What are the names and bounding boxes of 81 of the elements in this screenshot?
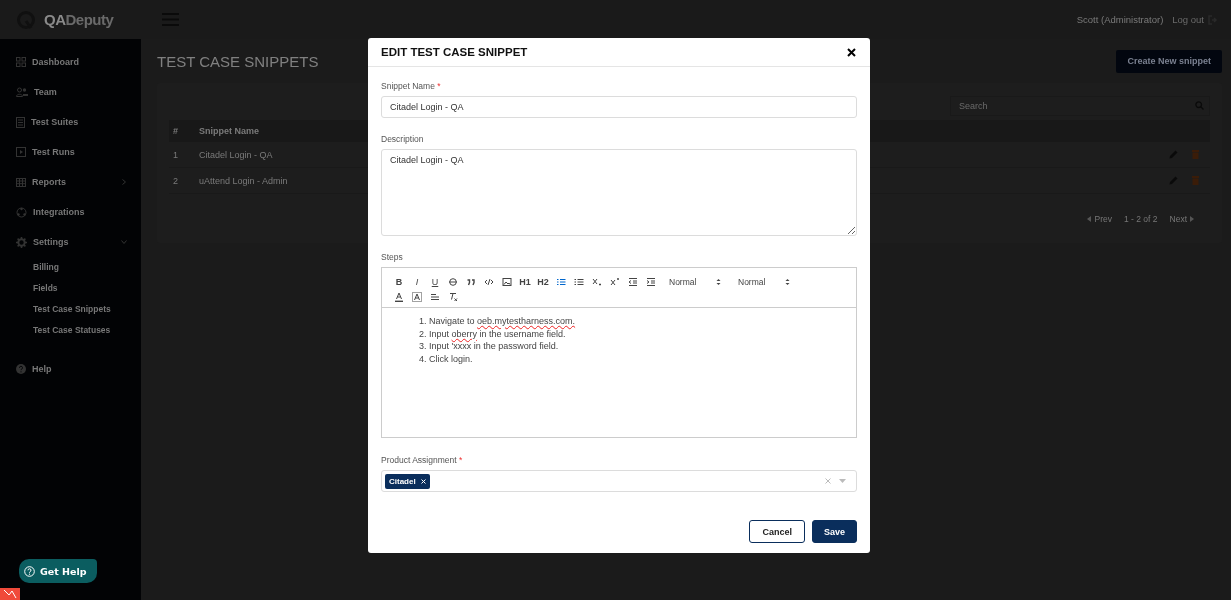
table-icon bbox=[16, 177, 26, 187]
product-tag: Citadel bbox=[385, 473, 430, 489]
clear-format-icon bbox=[448, 291, 458, 302]
sidebar-item[interactable]: Integrations bbox=[0, 197, 141, 227]
code-icon bbox=[484, 276, 494, 287]
play-icon bbox=[16, 147, 26, 157]
step-text: 3. Input 'xxxx in the password field. bbox=[419, 340, 560, 353]
quote-icon bbox=[466, 276, 476, 287]
format-dropdown[interactable]: Normal bbox=[729, 276, 798, 287]
table-cell-text: 1 bbox=[172, 149, 179, 160]
sidebar-item[interactable]: Help bbox=[0, 354, 141, 384]
outdent-icon bbox=[628, 276, 638, 287]
indent-icon bbox=[646, 276, 656, 287]
table-cell: uAttend Login - Admin bbox=[199, 175, 288, 186]
field-label: Product Assignment * bbox=[381, 455, 463, 465]
image-icon bbox=[502, 276, 512, 287]
numbered-list-icon bbox=[556, 276, 566, 287]
user-name: Scott (Administrator) bbox=[1076, 14, 1164, 25]
field-label: Description bbox=[381, 134, 424, 144]
sidebar-item[interactable]: Test Runs bbox=[0, 137, 141, 167]
text-color-icon bbox=[394, 291, 404, 302]
save-button[interactable]: Save bbox=[811, 520, 857, 543]
app-badge-icon bbox=[0, 588, 20, 600]
search-field[interactable]: Search bbox=[950, 96, 1210, 116]
page-range: 1 - 2 of 2 bbox=[1123, 214, 1158, 224]
cancel-button[interactable]: Cancel bbox=[749, 520, 805, 543]
italic-button[interactable]: I bbox=[408, 274, 426, 289]
sidebar-item[interactable]: Dashboard bbox=[0, 47, 141, 77]
snippet-name-field[interactable]: Citadel Login - QA bbox=[381, 96, 857, 118]
sidebar-subitem[interactable]: Fields bbox=[0, 278, 141, 299]
gear-icon bbox=[16, 236, 27, 248]
sidebar-subitem[interactable]: Test Case Statuses bbox=[0, 320, 141, 341]
previous-page-link[interactable]: Prev bbox=[1087, 214, 1112, 224]
sidebar-item[interactable]: Reports bbox=[0, 167, 141, 197]
document-icon bbox=[16, 116, 25, 128]
help-icon bbox=[24, 565, 35, 577]
sidebar-item[interactable]: Settings bbox=[0, 227, 141, 257]
logout-link[interactable]: Log out bbox=[1172, 14, 1218, 25]
strikethrough-icon bbox=[448, 276, 458, 287]
table-cell-text: 2 bbox=[172, 175, 179, 186]
close-icon[interactable] bbox=[847, 47, 856, 57]
sidebar-subitem[interactable]: Test Case Snippets bbox=[0, 299, 141, 320]
align-icon bbox=[430, 291, 440, 302]
description-field[interactable]: Citadel Login - QA bbox=[381, 149, 857, 236]
get-help-button[interactable]: Get Help bbox=[19, 559, 97, 583]
remove-icon[interactable] bbox=[420, 478, 426, 484]
help-icon bbox=[16, 364, 26, 374]
table-cell: Citadel Login - QA bbox=[199, 149, 273, 160]
updown-caret-icon bbox=[716, 277, 721, 286]
network-icon bbox=[16, 206, 27, 218]
underline-button[interactable]: U bbox=[426, 274, 444, 289]
logo-text: QADeputy bbox=[44, 11, 114, 28]
subscript-icon bbox=[592, 276, 602, 287]
heading-one-button[interactable]: H1 bbox=[516, 274, 534, 289]
heading-two-button[interactable]: H2 bbox=[534, 274, 552, 289]
triangle-right-icon bbox=[1190, 216, 1194, 222]
bold-button[interactable]: B bbox=[390, 274, 408, 289]
format-dropdown[interactable]: Normal bbox=[660, 276, 729, 287]
highlight-color-icon bbox=[412, 291, 422, 302]
triangle-left-icon bbox=[1087, 216, 1092, 222]
people-icon bbox=[16, 87, 28, 97]
superscript-icon bbox=[610, 276, 620, 287]
dialog-title: EDIT TEST CASE SNIPPET bbox=[381, 46, 528, 58]
field-label: Snippet Name * bbox=[381, 81, 441, 91]
bullet-list-icon bbox=[574, 276, 584, 287]
sidebar-item[interactable]: Test Suites bbox=[0, 107, 141, 137]
column-header: # bbox=[172, 126, 179, 136]
next-page-link[interactable]: Next bbox=[1169, 214, 1194, 224]
field-label: Steps bbox=[381, 252, 403, 262]
create-snippet-button[interactable]: Create New snippet bbox=[1116, 49, 1222, 73]
steps-editor[interactable]: 1. Navigate to oeb.mytestharness.com. 2. Input oberry in the username field. 3. Input 'xxxx in the password field. 4. Click login. bbox=[382, 308, 856, 437]
page-title: TEST CASE SNIPPETS bbox=[157, 52, 319, 70]
column-header: Snippet Name bbox=[199, 126, 259, 136]
step-text: 4. Click login. bbox=[419, 352, 474, 365]
sidebar-subitem[interactable]: Billing bbox=[0, 257, 141, 278]
grid-icon bbox=[16, 57, 26, 67]
step-text: 1. Navigate to oeb.mytestharness.com. bbox=[419, 315, 577, 328]
product-select[interactable]: Citadel bbox=[381, 470, 857, 492]
updown-caret-icon bbox=[785, 277, 790, 286]
sidebar-item[interactable]: Team bbox=[0, 77, 141, 107]
step-text: 2. Input oberry in the username field. bbox=[419, 327, 567, 340]
